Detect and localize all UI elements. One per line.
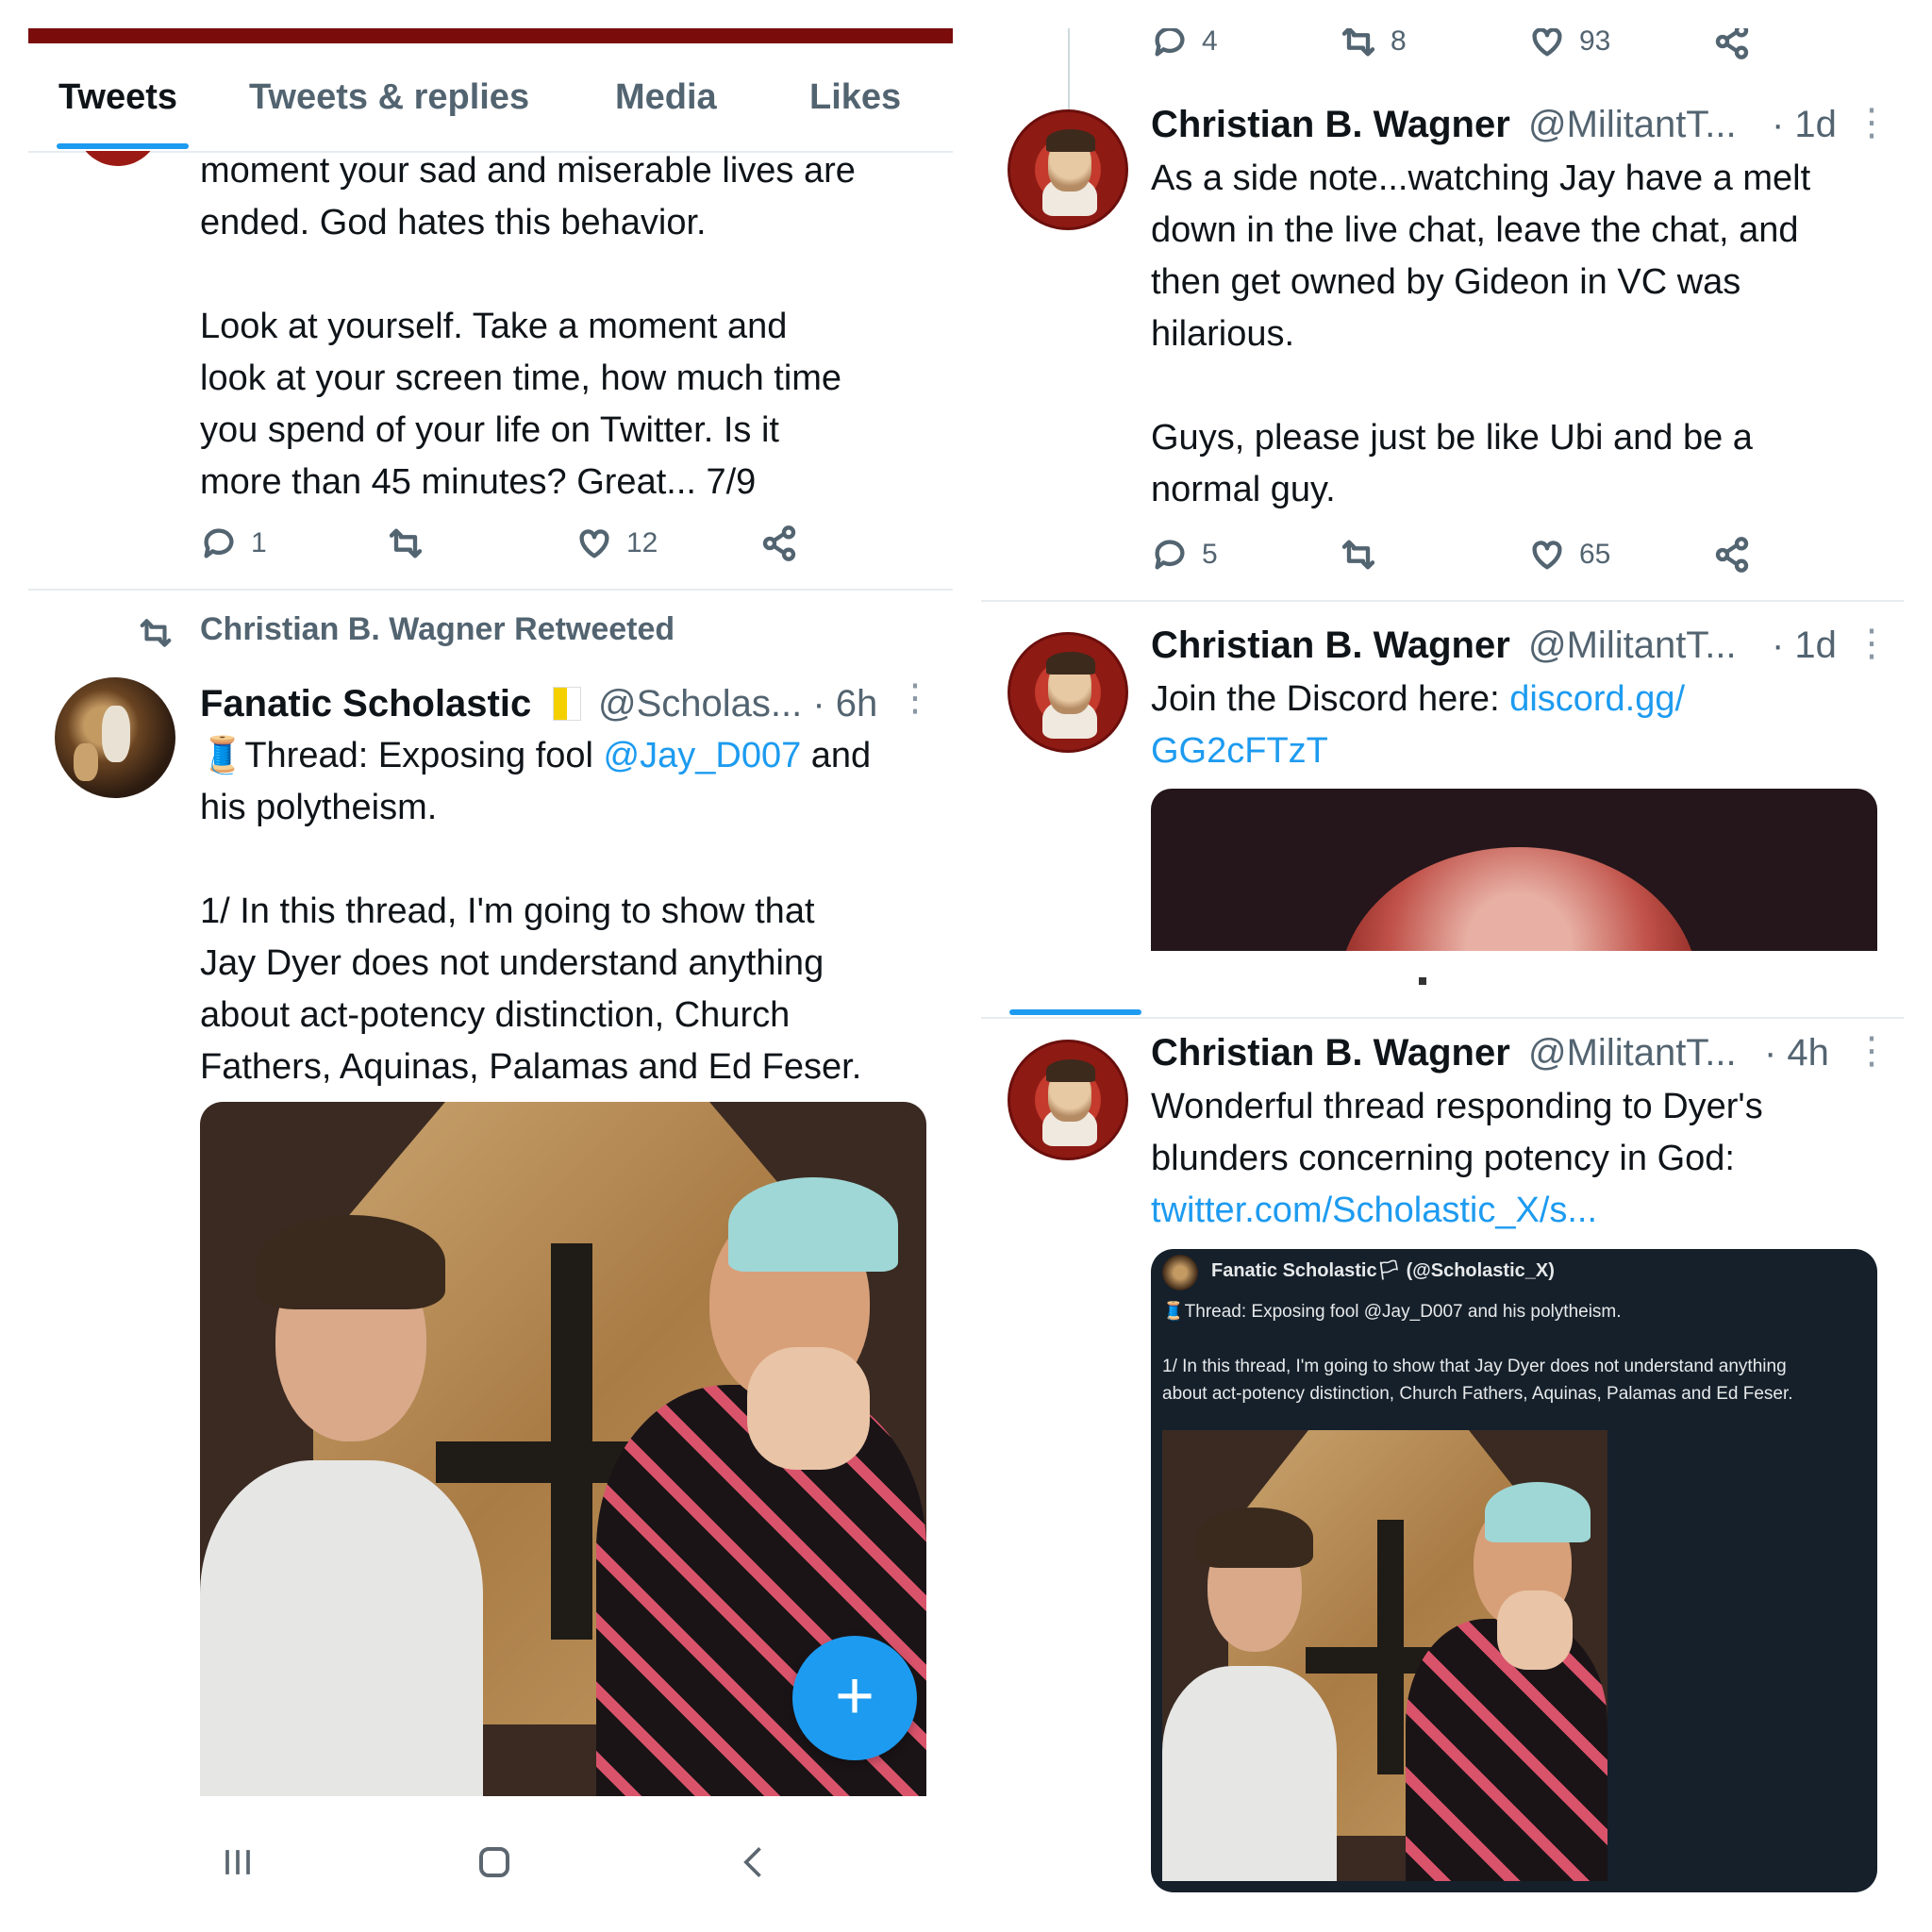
share-icon — [762, 525, 796, 561]
retweet-icon — [1341, 540, 1375, 570]
retweet-button[interactable]: 8 — [1340, 28, 1407, 60]
avatar[interactable] — [75, 151, 160, 166]
reply-count: 1 — [251, 527, 267, 558]
quote-line2: 1/ In this thread, I'm going to show tha… — [1162, 1357, 1793, 1404]
tweet-time: · 4h — [1764, 1032, 1829, 1074]
tweet-divider — [981, 600, 1904, 602]
tweet-text: moment your sad and miserable lives are … — [200, 151, 856, 502]
separator-dot — [1419, 977, 1426, 985]
recent-apps-button[interactable] — [217, 1841, 258, 1888]
share-button[interactable] — [1713, 536, 1751, 574]
retweet-icon — [389, 528, 423, 558]
author-name[interactable]: Christian B. Wagner — [1151, 625, 1510, 667]
tab-media[interactable]: Media — [615, 77, 717, 118]
more-icon[interactable]: ⋮ — [896, 679, 934, 717]
share-icon — [1715, 28, 1749, 59]
flag-icon — [553, 687, 581, 721]
more-icon[interactable]: ⋮ — [1853, 1032, 1890, 1070]
like-button[interactable]: 12 — [575, 525, 658, 562]
author-handle: @MilitantT... — [1528, 1032, 1737, 1074]
share-button[interactable] — [1713, 28, 1751, 60]
reply-button[interactable]: 1 — [200, 525, 267, 562]
quoted-screenshot[interactable]: Fanatic Scholastic🏳 (@Scholastic_X) 🧵Thr… — [1151, 1249, 1877, 1892]
tweet-text: As a side note...watching Jay have a mel… — [1151, 158, 1811, 509]
author-handle: @MilitantT... — [1528, 104, 1737, 145]
right-screenshot: 4 8 93 Christian B. Wagner @MilitantT...… — [981, 28, 1904, 1906]
thread-line — [1068, 28, 1070, 113]
author-handle-time: @Scholas... · 6h — [598, 683, 878, 724]
author-handle: @MilitantT... — [1528, 625, 1737, 666]
avatar[interactable] — [1008, 632, 1128, 753]
share-icon — [1715, 537, 1749, 573]
reply-icon — [1155, 540, 1185, 570]
like-count: 12 — [626, 527, 658, 558]
reply-count: 5 — [1202, 539, 1218, 570]
like-icon — [579, 529, 609, 558]
author-name[interactable]: Christian B. Wagner — [1151, 1032, 1510, 1074]
like-button[interactable]: 65 — [1528, 536, 1610, 574]
more-icon[interactable]: ⋮ — [1853, 104, 1890, 142]
left-screenshot: Tweets Tweets & replies Media Likes mome… — [28, 28, 953, 1906]
tweet-time: · 1d — [1772, 104, 1837, 145]
compose-button[interactable]: + — [792, 1636, 917, 1760]
like-icon — [1532, 28, 1562, 57]
like-count: 65 — [1579, 539, 1611, 570]
reply-button[interactable]: 4 — [1151, 28, 1218, 60]
retweet-indicator-icon — [138, 615, 174, 656]
reply-icon — [204, 528, 234, 558]
tweet-text-prefix: 🧵Thread: Exposing fool — [200, 736, 604, 775]
reply-count: 4 — [1202, 28, 1218, 57]
quote-line1: 🧵Thread: Exposing fool @Jay_D007 and his… — [1162, 1302, 1622, 1322]
retweet-button[interactable] — [1340, 536, 1377, 574]
back-button[interactable] — [734, 1841, 775, 1888]
tab-likes[interactable]: Likes — [809, 77, 901, 118]
reply-button[interactable]: 5 — [1151, 536, 1218, 574]
avatar[interactable] — [55, 677, 175, 798]
mention-link[interactable]: @Jay_D007 — [604, 736, 802, 775]
retweet-icon — [1341, 28, 1375, 57]
avatar[interactable] — [1008, 109, 1128, 230]
quote-header: Fanatic Scholastic🏳 (@Scholastic_X) — [1211, 1260, 1555, 1281]
quote-photo — [1162, 1430, 1607, 1881]
menu-lines-icon — [225, 1850, 250, 1874]
avatar[interactable] — [1008, 1040, 1128, 1160]
tweet-text-prefix: Join the Discord here: — [1151, 679, 1510, 719]
retweet-count: 8 — [1391, 28, 1407, 57]
tweet-link[interactable]: twitter.com/Scholastic_X/s... — [1151, 1185, 1896, 1237]
reply-icon — [1155, 28, 1185, 57]
retweet-label: Christian B. Wagner Retweeted — [200, 611, 675, 647]
share-button[interactable] — [760, 525, 798, 562]
tweet-text: 🧵Thread: Exposing fool @Jay_D007 and his… — [200, 730, 945, 1093]
tweet-text: Join the Discord here: discord.gg/ GG2cF… — [1151, 674, 1896, 777]
like-icon — [1532, 541, 1562, 570]
tab-indicator — [57, 143, 189, 149]
tweet-text-suffix: and his polytheism. 1/ In this thread, I… — [200, 736, 872, 1087]
like-button[interactable]: 93 — [1528, 28, 1610, 60]
tweet-divider — [28, 589, 953, 591]
section-divider — [981, 1017, 1904, 1019]
tab-indicator — [1009, 1009, 1141, 1015]
tab-tweets[interactable]: Tweets — [58, 77, 177, 118]
more-icon[interactable]: ⋮ — [1853, 625, 1890, 662]
tweet-text: Wonderful thread responding to Dyer's bl… — [1151, 1087, 1763, 1178]
author-name[interactable]: Fanatic Scholastic — [200, 683, 531, 725]
home-button[interactable] — [472, 1840, 517, 1890]
like-count: 93 — [1579, 28, 1611, 57]
home-square-icon — [479, 1847, 509, 1877]
author-name[interactable]: Christian B. Wagner — [1151, 104, 1510, 146]
tab-tweets-replies[interactable]: Tweets & replies — [249, 77, 529, 118]
avatar — [1162, 1255, 1198, 1291]
tweet-image[interactable] — [1151, 789, 1877, 951]
tweet-time: · 1d — [1772, 625, 1837, 666]
back-chevron-icon — [743, 1847, 761, 1877]
header-bar — [28, 28, 953, 43]
retweet-button[interactable] — [387, 525, 425, 562]
